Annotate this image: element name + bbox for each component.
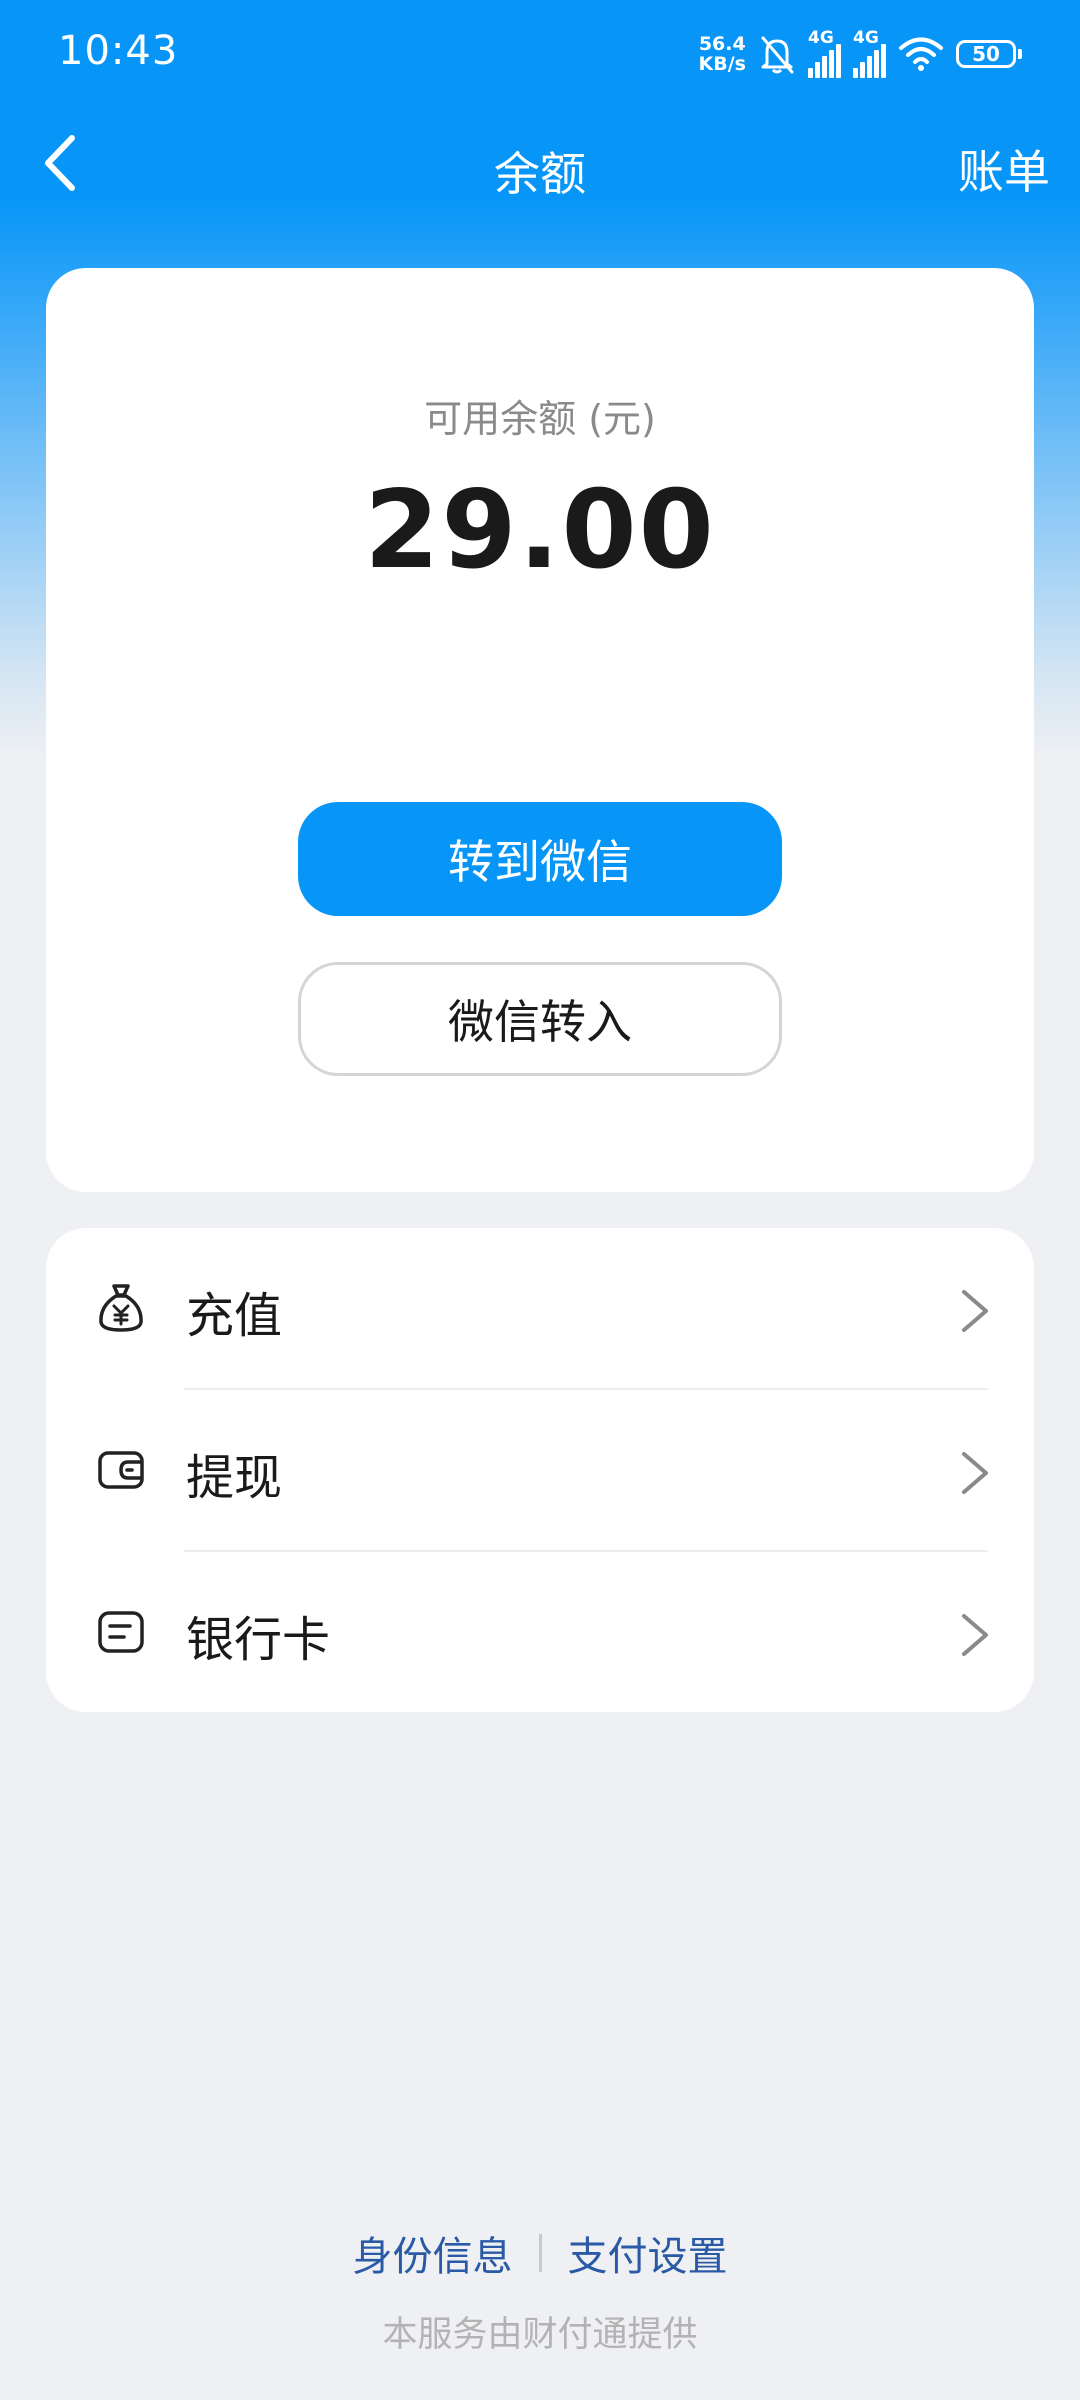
balance-label: 可用余额 (元) (424, 397, 656, 441)
chevron-right-icon (962, 1614, 988, 1656)
card-icon (98, 1611, 144, 1653)
menu-item-top-up[interactable]: 充值 (46, 1228, 1034, 1390)
network-speed: 56.4 KB/s (699, 34, 746, 74)
money-bag-icon (99, 1284, 143, 1332)
chevron-right-icon (962, 1452, 988, 1494)
battery-icon: 50 (956, 40, 1022, 68)
transfer-to-wechat-button[interactable]: 转到微信 (298, 802, 782, 916)
footer-links: 身份信息 支付设置 (0, 2224, 1080, 2282)
chevron-right-icon (962, 1290, 988, 1332)
menu-item-label: 提现 (186, 1450, 283, 1506)
network-speed-unit: KB/s (698, 53, 746, 75)
footer-separator (538, 2234, 542, 2272)
balance-menu: 充值 提现 银行卡 (46, 1228, 1034, 1712)
status-time: 10:43 (58, 28, 179, 74)
page-title: 余额 (494, 147, 586, 201)
wifi-icon (899, 37, 943, 71)
menu-item-label: 充值 (186, 1288, 283, 1344)
service-provider-note: 本服务由财付通提供 (382, 2315, 698, 2355)
signal-strength-icon: 4G (853, 28, 886, 78)
status-bar: 10:43 56.4 KB/s 4G 4G 50 (0, 0, 1080, 108)
payment-settings-link[interactable]: 支付设置 (568, 2224, 728, 2282)
balance-amount: 29.00 (364, 468, 716, 593)
signal-strength-icon: 4G (808, 28, 841, 78)
bell-muted-icon (761, 36, 794, 74)
menu-item-bank-card[interactable]: 银行卡 (46, 1552, 1034, 1712)
bill-link[interactable]: 账单 (958, 136, 1050, 202)
battery-level: 50 (956, 40, 1016, 68)
wallet-icon (98, 1451, 144, 1489)
balance-card: 可用余额 (元) 29.00 转到微信 微信转入 (46, 268, 1034, 1192)
identity-info-link[interactable]: 身份信息 (353, 2224, 513, 2282)
menu-item-label: 银行卡 (186, 1612, 331, 1668)
menu-item-withdraw[interactable]: 提现 (46, 1390, 1034, 1552)
wechat-transfer-in-button[interactable]: 微信转入 (298, 962, 782, 1076)
status-icons: 56.4 KB/s 4G 4G 50 (699, 28, 1022, 78)
network-speed-value: 56.4 (698, 33, 746, 55)
navigation-bar: 余额 账单 (0, 108, 1080, 220)
